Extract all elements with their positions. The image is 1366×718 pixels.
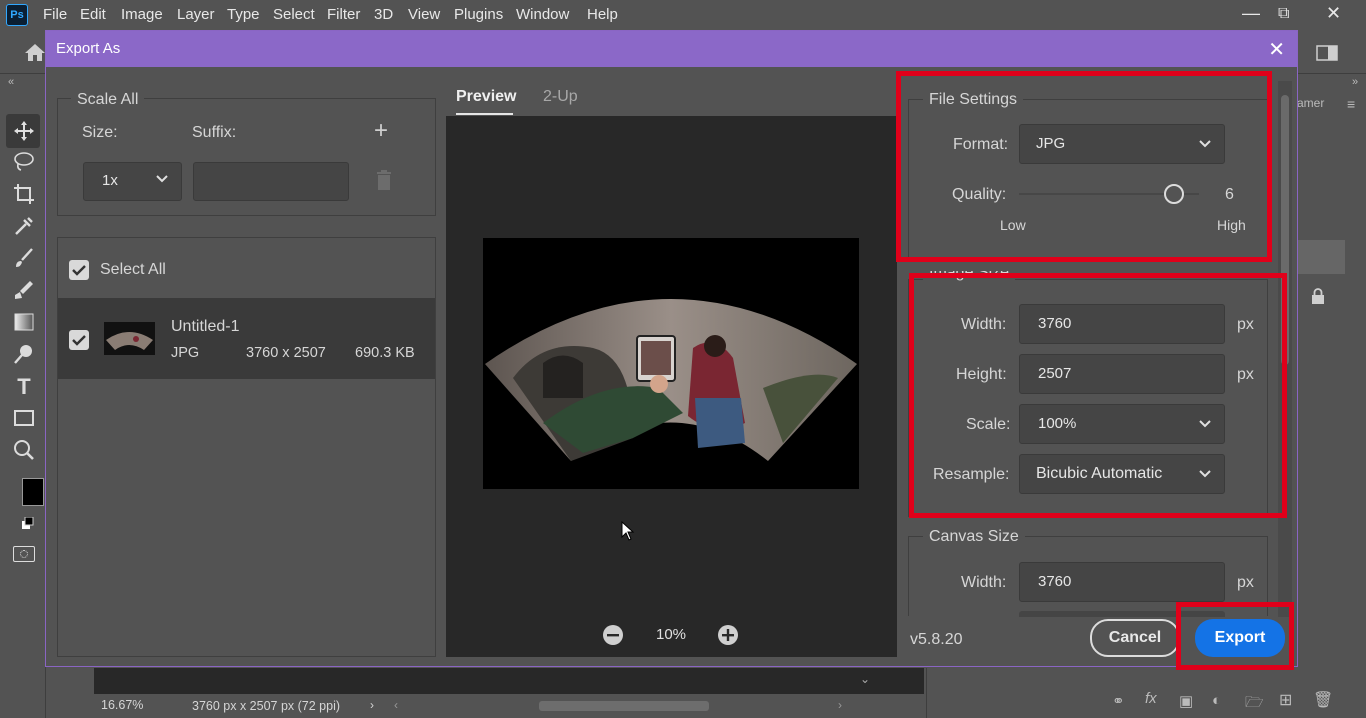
zoom-out-icon[interactable] bbox=[602, 624, 624, 646]
minimize-icon[interactable]: — bbox=[1242, 3, 1260, 24]
menu-layer[interactable]: Layer bbox=[177, 6, 215, 23]
close-window-icon[interactable]: ✕ bbox=[1326, 3, 1341, 24]
asset-checkbox[interactable] bbox=[69, 330, 89, 350]
gradient-tool-icon[interactable] bbox=[12, 310, 36, 334]
menu-help[interactable]: Help bbox=[587, 6, 618, 23]
tools-panel: « T bbox=[0, 74, 46, 718]
size-value: 1x bbox=[102, 172, 118, 189]
highlight-image-size bbox=[909, 273, 1287, 518]
asset-dimensions: 3760 x 2507 bbox=[246, 345, 326, 361]
menu-window[interactable]: Window bbox=[516, 6, 569, 23]
eyedropper-tool-icon[interactable] bbox=[12, 214, 36, 238]
asset-name: Untitled-1 bbox=[171, 318, 240, 335]
panel-tab-partial[interactable]: amer bbox=[1297, 96, 1324, 110]
menu-select[interactable]: Select bbox=[273, 6, 315, 23]
panel-menu-icon[interactable]: ≡ bbox=[1347, 96, 1355, 112]
scroll-right-icon[interactable]: › bbox=[838, 698, 842, 712]
zoom-tool-icon[interactable] bbox=[12, 438, 36, 462]
adjustment-icon[interactable]: ◐ bbox=[1212, 692, 1221, 709]
canvas-width-input[interactable]: 3760 bbox=[1019, 562, 1225, 602]
restore-icon[interactable]: ⧉ bbox=[1278, 5, 1289, 23]
suffix-input[interactable] bbox=[193, 162, 349, 201]
menu-filter[interactable]: Filter bbox=[327, 6, 360, 23]
fx-icon[interactable]: fx bbox=[1145, 690, 1157, 707]
quick-mask-icon[interactable] bbox=[13, 546, 35, 562]
scroll-down-icon[interactable]: ⌄ bbox=[860, 672, 870, 686]
trash-icon[interactable] bbox=[375, 169, 393, 191]
canvas-width-label: Width: bbox=[961, 574, 1007, 591]
scale-all-title: Scale All bbox=[71, 91, 145, 109]
photoshop-logo: Ps bbox=[6, 4, 28, 26]
lock-icon[interactable] bbox=[1311, 288, 1325, 304]
add-scale-icon[interactable]: + bbox=[374, 117, 388, 145]
swap-colors-icon[interactable] bbox=[22, 516, 34, 529]
workspace-icon[interactable] bbox=[1316, 45, 1338, 61]
horizontal-scroll-thumb[interactable] bbox=[539, 701, 709, 711]
mask-icon[interactable]: ▣ bbox=[1179, 692, 1193, 710]
document-canvas-strip: ⌄ bbox=[94, 668, 924, 694]
link-layers-icon[interactable]: ⚭ bbox=[1112, 692, 1125, 710]
asset-thumbnail bbox=[104, 322, 155, 355]
layer-row[interactable] bbox=[1297, 240, 1345, 274]
status-bar: 16.67% 3760 px x 2507 px (72 ppi) › ‹ › bbox=[94, 694, 924, 718]
type-tool-icon[interactable]: T bbox=[12, 374, 36, 399]
highlight-file-settings bbox=[896, 71, 1272, 262]
mouse-cursor-icon bbox=[621, 521, 635, 541]
preview-image bbox=[483, 238, 859, 489]
collapse-icon[interactable]: « bbox=[8, 76, 14, 88]
close-icon[interactable]: ✕ bbox=[1268, 37, 1285, 62]
asset-row[interactable]: Untitled-1 JPG 3760 x 2507 690.3 KB bbox=[58, 298, 435, 379]
preview-zoom-level[interactable]: 10% bbox=[656, 626, 686, 643]
dodge-tool-icon[interactable] bbox=[12, 342, 36, 366]
scroll-left-icon[interactable]: ‹ bbox=[394, 698, 398, 712]
suffix-label: Suffix: bbox=[192, 124, 237, 141]
menu-image[interactable]: Image bbox=[121, 6, 163, 23]
folder-icon[interactable]: 🗁 bbox=[1245, 692, 1264, 717]
size-select[interactable]: 1x bbox=[83, 162, 182, 201]
tab-2-up[interactable]: 2-Up bbox=[543, 88, 578, 106]
zoom-readout[interactable]: 16.67% bbox=[101, 698, 143, 712]
highlight-export-button bbox=[1176, 602, 1294, 670]
clone-stamp-tool-icon[interactable] bbox=[12, 278, 36, 302]
menu-view[interactable]: View bbox=[408, 6, 440, 23]
menu-type[interactable]: Type bbox=[227, 6, 260, 23]
canvas-width-value: 3760 bbox=[1038, 573, 1072, 590]
select-all-checkbox[interactable] bbox=[69, 260, 89, 280]
document-info: 3760 px x 2507 px (72 ppi) bbox=[192, 699, 341, 713]
tab-preview[interactable]: Preview bbox=[456, 88, 516, 106]
cancel-button[interactable]: Cancel bbox=[1090, 619, 1180, 657]
lasso-tool-icon[interactable] bbox=[12, 150, 36, 174]
delete-layer-icon[interactable]: 🗑 bbox=[1313, 690, 1333, 710]
menu-edit[interactable]: Edit bbox=[80, 6, 106, 23]
active-tab-indicator bbox=[456, 113, 513, 115]
dialog-title: Export As bbox=[56, 40, 121, 57]
home-icon[interactable] bbox=[24, 42, 46, 62]
chevron-down-icon bbox=[156, 175, 168, 183]
zoom-in-icon[interactable] bbox=[717, 624, 739, 646]
canvas-width-unit: px bbox=[1237, 574, 1254, 591]
preview-canvas[interactable]: 10% bbox=[446, 116, 897, 657]
asset-format: JPG bbox=[171, 345, 200, 361]
right-panels: » amer ≡ bbox=[1297, 74, 1366, 718]
new-layer-icon[interactable]: ⊞ bbox=[1279, 690, 1292, 710]
dialog-title-bar: Export As ✕ bbox=[46, 31, 1297, 67]
expand-icon[interactable]: » bbox=[1352, 76, 1358, 88]
menu-file[interactable]: File bbox=[43, 6, 67, 23]
asset-file-size: 690.3 KB bbox=[355, 345, 415, 361]
size-label: Size: bbox=[82, 124, 118, 141]
foreground-color-swatch[interactable] bbox=[22, 478, 44, 506]
move-tool-icon[interactable] bbox=[12, 119, 36, 143]
menu-3d[interactable]: 3D bbox=[374, 6, 393, 23]
crop-tool-icon[interactable] bbox=[12, 182, 36, 206]
layers-panel-footer: ⚭ fx ▣ ◐ 🗁 ⊞ 🗑 bbox=[926, 668, 1366, 718]
status-arrow-icon[interactable]: › bbox=[370, 698, 374, 712]
canvas-size-title: Canvas Size bbox=[923, 528, 1025, 546]
select-all-label: Select All bbox=[100, 261, 166, 278]
rectangle-tool-icon[interactable] bbox=[12, 406, 36, 430]
brush-tool-icon[interactable] bbox=[12, 246, 36, 270]
menu-bar: Ps File Edit Image Layer Type Select Fil… bbox=[0, 0, 1366, 30]
menu-plugins[interactable]: Plugins bbox=[454, 6, 503, 23]
version-label: v5.8.20 bbox=[910, 631, 963, 648]
